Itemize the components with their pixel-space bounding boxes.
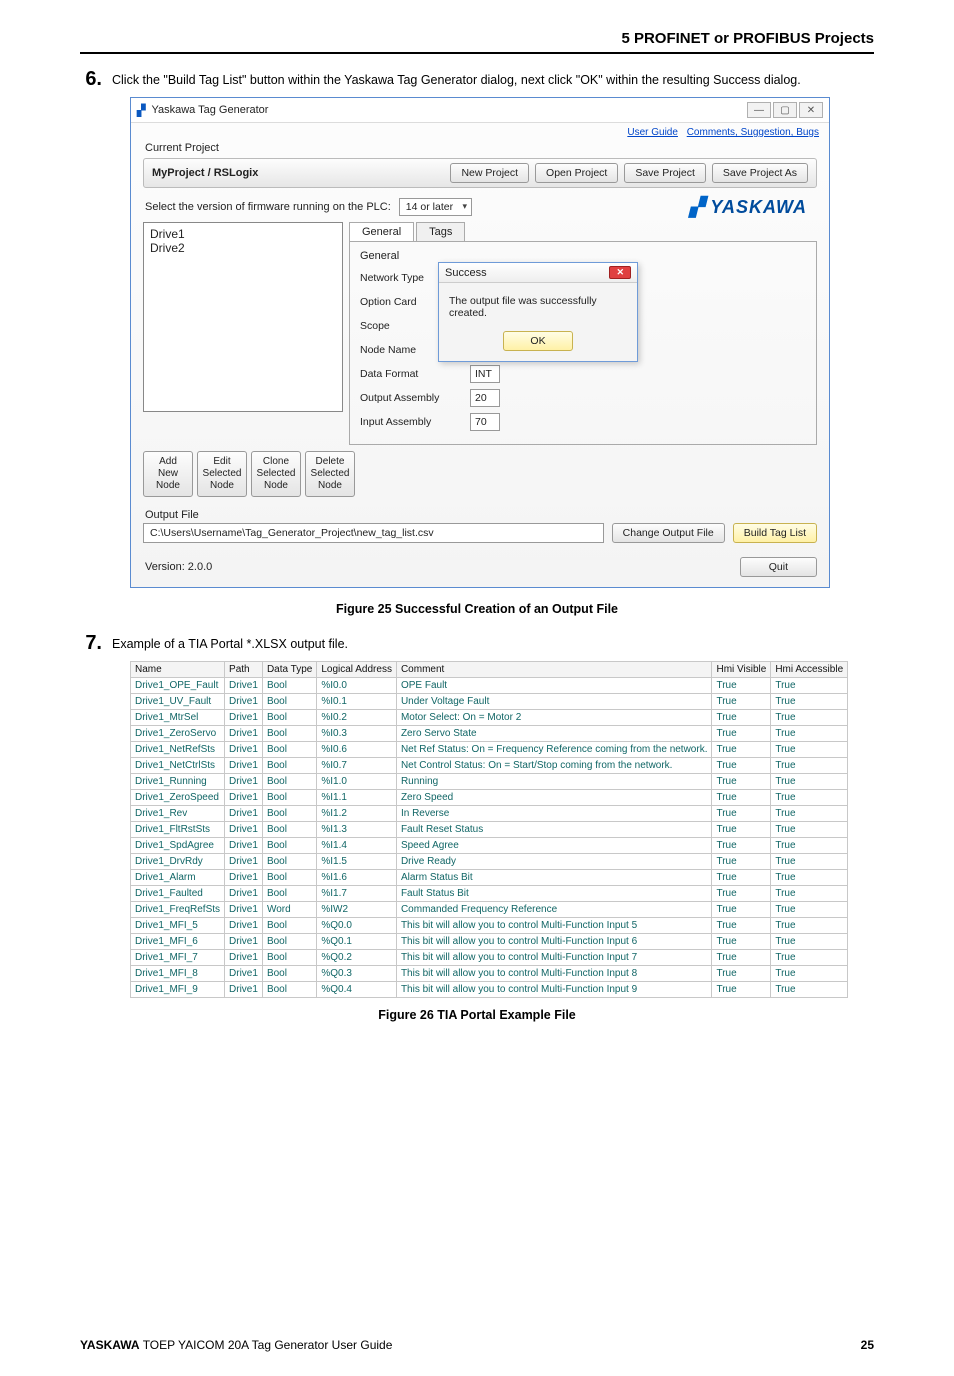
tab-general[interactable]: General: [349, 222, 414, 241]
step-6-text: Click the "Build Tag List" button within…: [112, 68, 801, 90]
drive-list[interactable]: Drive1 Drive2: [143, 222, 343, 412]
table-header: Path: [225, 662, 263, 678]
form-value[interactable]: 70: [470, 413, 500, 431]
table-header: Name: [131, 662, 225, 678]
figure-26-caption: Figure 26 TIA Portal Example File: [80, 1008, 874, 1022]
tia-table: NamePathData TypeLogical AddressCommentH…: [130, 661, 848, 998]
table-row: Drive1_DrvRdyDrive1Bool%I1.5Drive ReadyT…: [131, 854, 848, 870]
change-output-file-button[interactable]: Change Output File: [612, 523, 725, 543]
form-label: Data Format: [360, 368, 470, 380]
section-title: 5 PROFINET or PROFIBUS Projects: [621, 30, 874, 47]
user-guide-link[interactable]: User Guide: [627, 127, 678, 138]
version-label: Version: 2.0.0: [145, 561, 212, 573]
table-row: Drive1_OPE_FaultDrive1Bool%I0.0OPE Fault…: [131, 678, 848, 694]
table-header: Data Type: [262, 662, 316, 678]
tab-tags[interactable]: Tags: [416, 222, 465, 241]
page-number: 25: [861, 1338, 874, 1352]
feedback-link[interactable]: Comments, Suggestion, Bugs: [687, 127, 819, 138]
success-body: The output file was successfully created…: [439, 283, 637, 331]
step-7-number: 7.: [80, 632, 102, 655]
table-header: Logical Address: [317, 662, 397, 678]
close-icon[interactable]: ✕: [799, 102, 823, 118]
window-titlebar: ▞ Yaskawa Tag Generator — ▢ ✕: [131, 98, 829, 123]
table-row: Drive1_UV_FaultDrive1Bool%I0.1Under Volt…: [131, 694, 848, 710]
minimize-icon[interactable]: —: [747, 102, 771, 118]
figure-25-caption: Figure 25 Successful Creation of an Outp…: [80, 602, 874, 616]
maximize-icon[interactable]: ▢: [773, 102, 797, 118]
success-title: Success: [445, 267, 487, 279]
yaskawa-logo: ▞ YASKAWA: [690, 197, 807, 218]
top-links: User Guide Comments, Suggestion, Bugs: [131, 123, 829, 142]
output-path: C:\Users\Username\Tag_Generator_Project\…: [143, 523, 604, 543]
step-6-number: 6.: [80, 68, 102, 91]
open-project-button[interactable]: Open Project: [535, 163, 618, 183]
table-row: Drive1_FaultedDrive1Bool%I1.7Fault Statu…: [131, 886, 848, 902]
page-footer: YASKAWA TOEP YAICOM 20A Tag Generator Us…: [0, 1338, 954, 1376]
table-row: Drive1_RunningDrive1Bool%I1.0RunningTrue…: [131, 774, 848, 790]
step-6: 6. Click the "Build Tag List" button wit…: [80, 68, 874, 91]
save-project-button[interactable]: Save Project: [624, 163, 706, 183]
node-button[interactable]: DeleteSelectedNode: [305, 451, 355, 497]
table-header: Hmi Accessible: [771, 662, 848, 678]
table-row: Drive1_MFI_6Drive1Bool%Q0.1This bit will…: [131, 934, 848, 950]
table-row: Drive1_SpdAgreeDrive1Bool%I1.4Speed Agre…: [131, 838, 848, 854]
node-button[interactable]: AddNewNode: [143, 451, 193, 497]
save-project-as-button[interactable]: Save Project As: [712, 163, 808, 183]
window-title: Yaskawa Tag Generator: [151, 104, 268, 116]
table-row: Drive1_NetRefStsDrive1Bool%I0.6Net Ref S…: [131, 742, 848, 758]
success-dialog: Success ✕ The output file was successful…: [438, 262, 638, 362]
app-icon: ▞: [137, 104, 145, 117]
quit-button[interactable]: Quit: [740, 557, 817, 577]
table-row: Drive1_FltRstStsDrive1Bool%I1.3Fault Res…: [131, 822, 848, 838]
form-label: Input Assembly: [360, 416, 470, 428]
project-path: MyProject / RSLogix: [152, 167, 258, 179]
table-row: Drive1_NetCtrlStsDrive1Bool%I0.7Net Cont…: [131, 758, 848, 774]
firmware-select[interactable]: 14 or later: [399, 198, 472, 216]
page-header: 5 PROFINET or PROFIBUS Projects: [80, 30, 874, 54]
step-7-text: Example of a TIA Portal *.XLSX output fi…: [112, 632, 348, 654]
build-tag-list-button[interactable]: Build Tag List: [733, 523, 817, 543]
output-file-label: Output File: [131, 503, 829, 523]
table-row: Drive1_MFI_8Drive1Bool%Q0.3This bit will…: [131, 966, 848, 982]
drive-item-1[interactable]: Drive1: [150, 227, 336, 241]
node-button[interactable]: CloneSelectedNode: [251, 451, 301, 497]
table-row: Drive1_MFI_9Drive1Bool%Q0.4This bit will…: [131, 982, 848, 998]
current-project-label: Current Project: [131, 142, 829, 158]
drive-item-2[interactable]: Drive2: [150, 241, 336, 255]
footer-doc-title: TOEP YAICOM 20A Tag Generator User Guide: [140, 1338, 393, 1352]
table-row: Drive1_MFI_7Drive1Bool%Q0.2This bit will…: [131, 950, 848, 966]
new-project-button[interactable]: New Project: [450, 163, 529, 183]
table-header: Comment: [396, 662, 712, 678]
form-label: Output Assembly: [360, 392, 470, 404]
firmware-label: Select the version of firmware running o…: [145, 201, 391, 213]
yaskawa-tag-generator-window: ▞ Yaskawa Tag Generator — ▢ ✕ User Guide…: [130, 97, 830, 588]
table-row: Drive1_RevDrive1Bool%I1.2In ReverseTrueT…: [131, 806, 848, 822]
table-row: Drive1_MFI_5Drive1Bool%Q0.0This bit will…: [131, 918, 848, 934]
footer-brand: YASKAWA: [80, 1338, 140, 1352]
table-row: Drive1_ZeroServoDrive1Bool%I0.3Zero Serv…: [131, 726, 848, 742]
project-bar: MyProject / RSLogix New Project Open Pro…: [143, 158, 817, 188]
table-row: Drive1_FreqRefStsDrive1Word%IW2Commanded…: [131, 902, 848, 918]
success-ok-button[interactable]: OK: [503, 331, 572, 351]
form-value[interactable]: 20: [470, 389, 500, 407]
step-7: 7. Example of a TIA Portal *.XLSX output…: [80, 632, 874, 655]
form-value[interactable]: INT: [470, 365, 500, 383]
dialog-close-icon[interactable]: ✕: [609, 266, 631, 279]
table-row: Drive1_ZeroSpeedDrive1Bool%I1.1Zero Spee…: [131, 790, 848, 806]
table-row: Drive1_MtrSelDrive1Bool%I0.2Motor Select…: [131, 710, 848, 726]
table-header: Hmi Visible: [712, 662, 771, 678]
node-button[interactable]: EditSelectedNode: [197, 451, 247, 497]
table-row: Drive1_AlarmDrive1Bool%I1.6Alarm Status …: [131, 870, 848, 886]
